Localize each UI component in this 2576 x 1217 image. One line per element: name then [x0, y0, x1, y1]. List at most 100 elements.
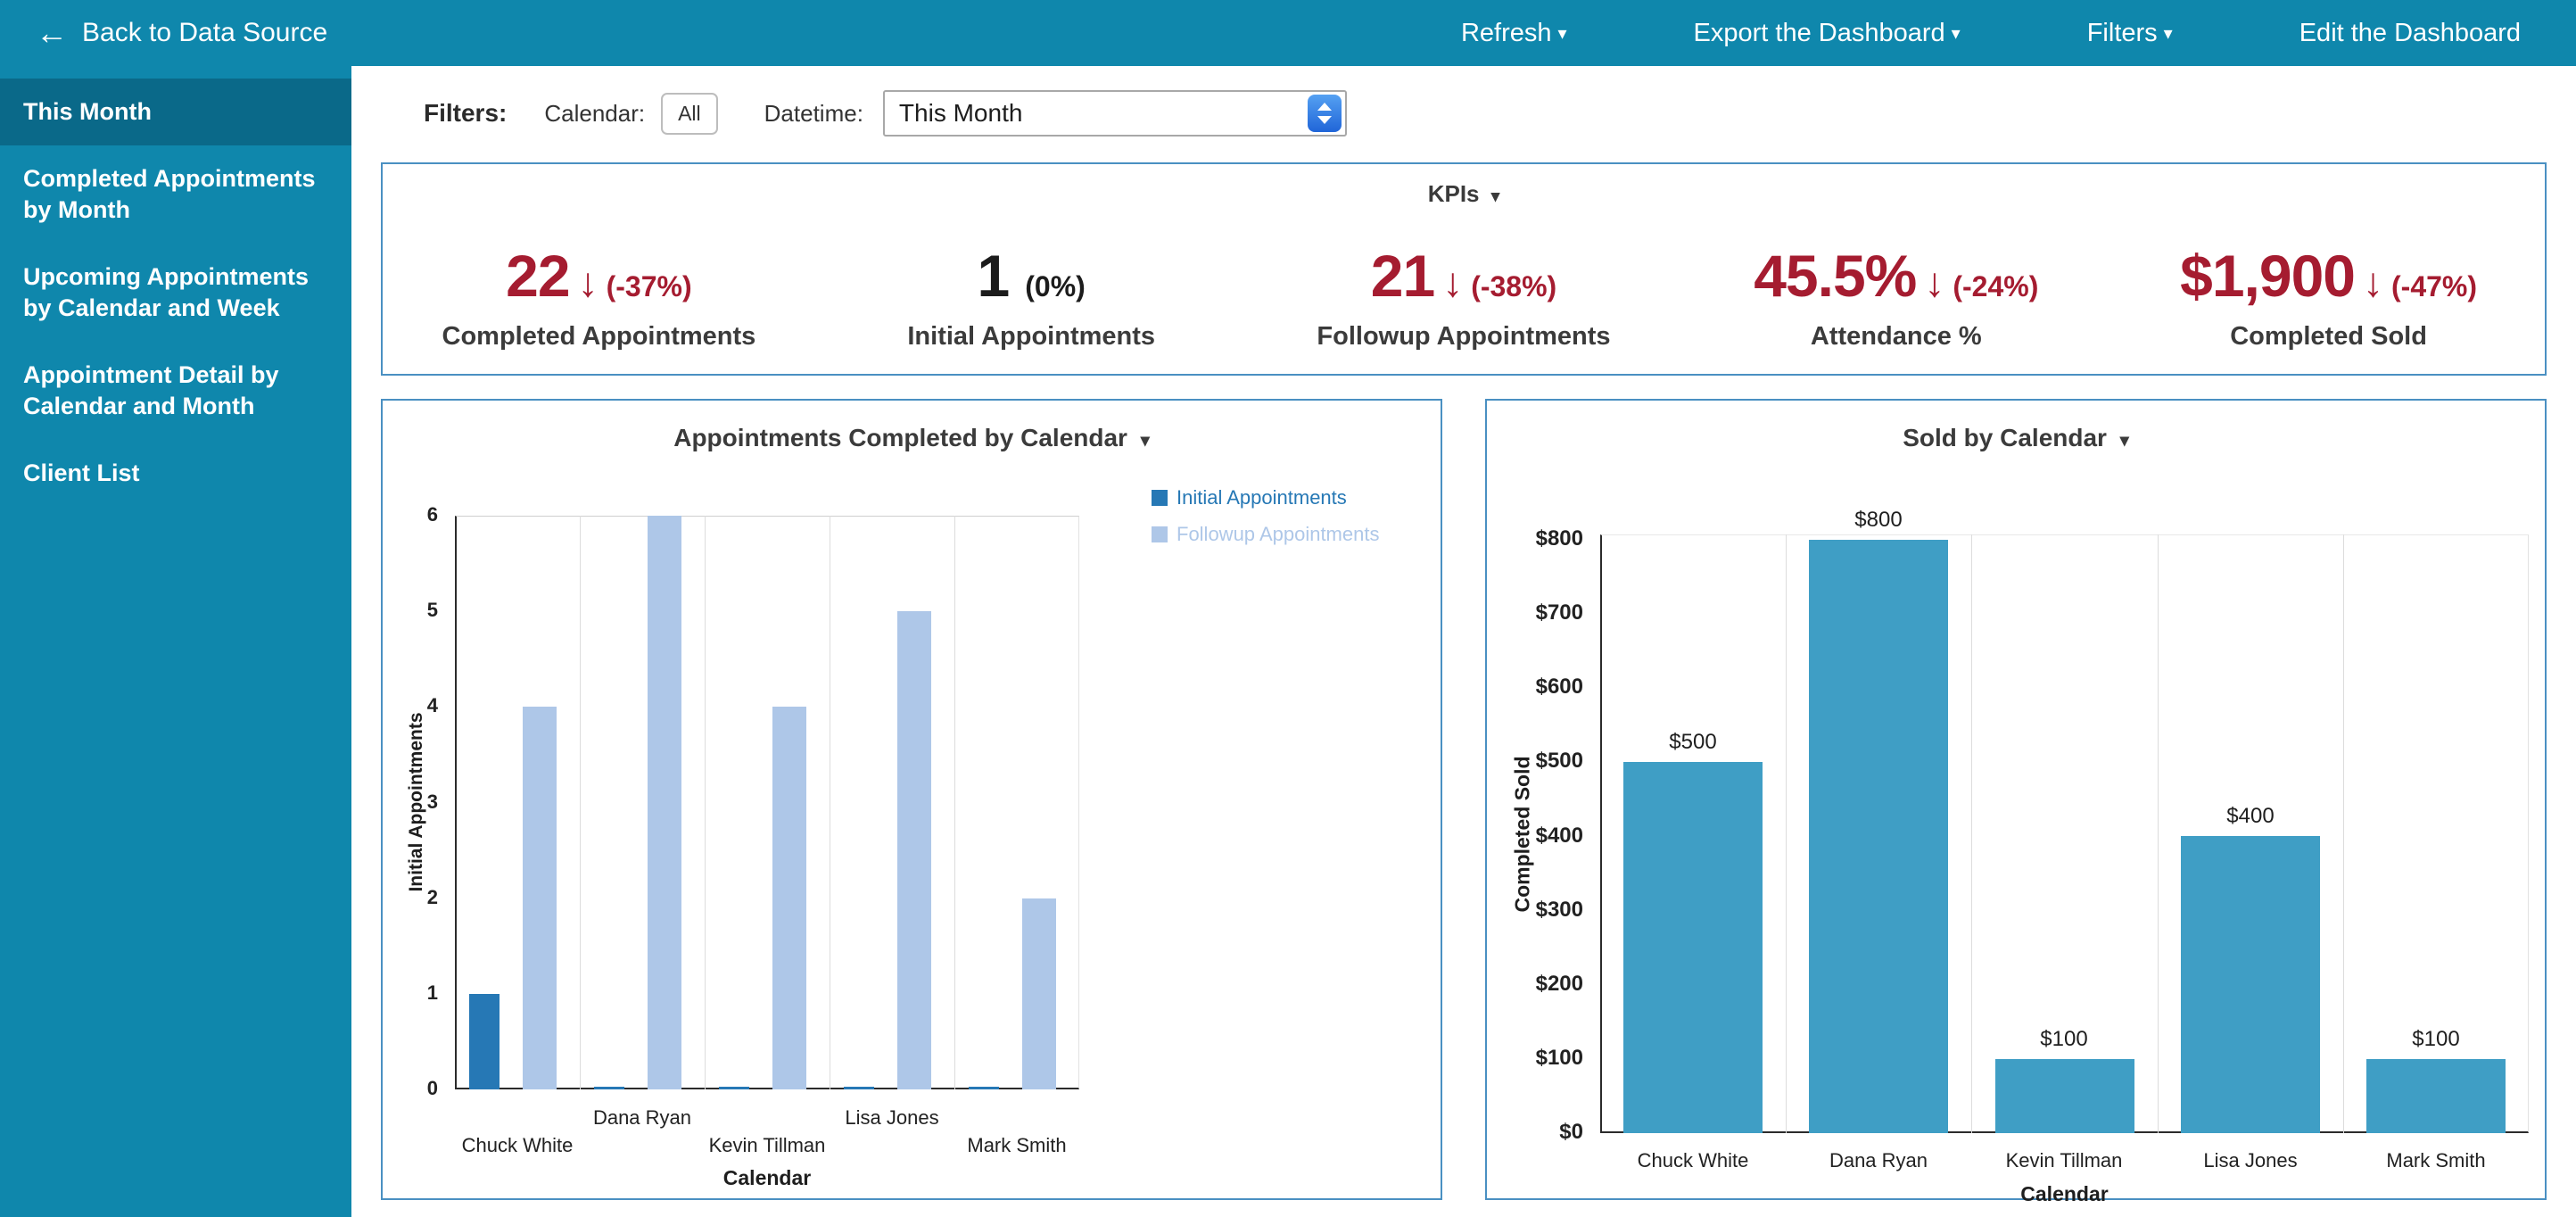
- kpi-down-arrow-icon: ↓: [1442, 258, 1463, 306]
- menu-edit-dashboard[interactable]: Edit the Dashboard: [2299, 19, 2521, 48]
- kpi-label: Initial Appointments: [815, 322, 1248, 352]
- sidebar-item-this-month[interactable]: This Month: [0, 79, 351, 145]
- bar-initial-appointments[interactable]: [969, 1087, 999, 1089]
- chevron-down-icon: ▾: [1141, 431, 1150, 451]
- y-tick-label: $200: [1494, 972, 1583, 997]
- kpi-title-label: KPIs: [1428, 180, 1480, 207]
- bar-followup-appointments[interactable]: [897, 611, 931, 1089]
- bar-initial-appointments[interactable]: [844, 1087, 874, 1089]
- y-tick-label: $700: [1494, 600, 1583, 625]
- sidebar-item-upcoming-appointments-by-calendar-and-week[interactable]: Upcoming Appointments by Calendar and We…: [0, 244, 351, 342]
- chart-title-label: Sold by Calendar: [1903, 424, 2107, 451]
- chart-sold-title[interactable]: Sold by Calendar ▾: [1487, 424, 2545, 452]
- y-tick-label: $500: [1494, 749, 1583, 774]
- chevron-down-icon: ▾: [1491, 187, 1500, 206]
- chevron-down-icon: ▾: [2164, 22, 2173, 45]
- sidebar-item-completed-appointments-by-month[interactable]: Completed Appointments by Month: [0, 145, 351, 244]
- bar-followup-appointments[interactable]: [772, 707, 806, 1089]
- arrow-left-icon: ←: [36, 17, 68, 49]
- kpi-panel-title[interactable]: KPIs ▾: [383, 180, 2545, 208]
- menu-refresh-label: Refresh: [1461, 19, 1552, 48]
- x-category-label: Kevin Tillman: [1971, 1149, 2157, 1172]
- bar-initial-appointments[interactable]: [594, 1087, 624, 1089]
- kpi-completed-appointments: 22 ↓ (-37%) Completed Appointments: [383, 242, 815, 352]
- menu-edit-label: Edit the Dashboard: [2299, 19, 2521, 48]
- legend-label: Initial Appointments: [1177, 486, 1347, 509]
- legend-swatch-icon: [1152, 490, 1168, 506]
- chart-appointments-title[interactable]: Appointments Completed by Calendar ▾: [383, 424, 1441, 452]
- calendar-filter-label: Calendar:: [544, 100, 645, 128]
- bar-followup-appointments[interactable]: [523, 707, 557, 1089]
- bar-value-label: $100: [2343, 1027, 2529, 1052]
- sidebar-item-client-list[interactable]: Client List: [0, 440, 351, 507]
- calendar-all-button[interactable]: All: [661, 93, 718, 135]
- kpi-followup-appointments: 21 ↓ (-38%) Followup Appointments: [1248, 242, 1680, 352]
- kpi-completed-sold: $1,900 ↓ (-47%) Completed Sold: [2112, 242, 2545, 352]
- bar-completed-sold[interactable]: [1809, 540, 1948, 1133]
- kpi-label: Attendance %: [1680, 322, 2112, 352]
- chart-panel-appointments-completed: Appointments Completed by Calendar ▾ 012…: [381, 399, 1442, 1200]
- main-content: Filters: Calendar: All Datetime: This Mo…: [351, 66, 2576, 1217]
- bar-completed-sold[interactable]: [2366, 1059, 2506, 1133]
- filters-row: Filters: Calendar: All Datetime: This Mo…: [424, 90, 2576, 137]
- bar-followup-appointments[interactable]: [1022, 898, 1056, 1089]
- kpi-value: 22: [506, 242, 569, 310]
- kpi-value: 1: [978, 242, 1010, 310]
- kpi-change: (-24%): [1953, 270, 2038, 303]
- menu-filters[interactable]: Filters ▾: [2087, 19, 2173, 48]
- bar-initial-appointments[interactable]: [469, 994, 500, 1089]
- topbar: ← Back to Data Source Refresh ▾ Export t…: [0, 0, 2576, 66]
- kpi-panel: KPIs ▾ 22 ↓ (-37%) Completed Appointment…: [381, 162, 2547, 376]
- kpi-initial-appointments: 1 (0%) Initial Appointments: [815, 242, 1248, 352]
- bar-value-label: $500: [1600, 730, 1786, 755]
- bar-value-label: $400: [2158, 804, 2343, 829]
- bar-completed-sold[interactable]: [2181, 836, 2320, 1133]
- menu-export-dashboard[interactable]: Export the Dashboard ▾: [1694, 19, 1961, 48]
- bar-initial-appointments[interactable]: [719, 1087, 749, 1089]
- legend-swatch-icon: [1152, 526, 1168, 542]
- y-tick-label: $600: [1494, 675, 1583, 700]
- x-category-label: Dana Ryan: [1786, 1149, 1971, 1172]
- datetime-select[interactable]: This Month: [883, 90, 1347, 137]
- bar-followup-appointments[interactable]: [648, 516, 681, 1089]
- filters-label: Filters:: [424, 99, 507, 128]
- sidebar-item-appointment-detail-by-calendar-and-month[interactable]: Appointment Detail by Calendar and Month: [0, 342, 351, 440]
- kpi-row: 22 ↓ (-37%) Completed Appointments 1 (0%…: [383, 242, 2545, 352]
- y-tick-label: 6: [383, 503, 438, 526]
- y-tick-label: 0: [383, 1077, 438, 1100]
- legend-label: Followup Appointments: [1177, 523, 1379, 546]
- chevron-down-icon: ▾: [1952, 22, 1961, 45]
- kpi-attendance: 45.5% ↓ (-24%) Attendance %: [1680, 242, 2112, 352]
- chart-panel-sold-by-calendar: Sold by Calendar ▾ $0$100$200$300$400$50…: [1485, 399, 2547, 1200]
- kpi-down-arrow-icon: ↓: [2363, 258, 2383, 306]
- bar-completed-sold[interactable]: [1623, 762, 1763, 1133]
- menu-refresh[interactable]: Refresh ▾: [1461, 19, 1567, 48]
- legend-entry[interactable]: Initial Appointments: [1152, 486, 1379, 509]
- y-tick-label: 5: [383, 599, 438, 622]
- legend-entry[interactable]: Followup Appointments: [1152, 523, 1379, 546]
- kpi-value: $1,900: [2180, 242, 2355, 310]
- chart-title-label: Appointments Completed by Calendar: [673, 424, 1127, 451]
- bar-value-label: $800: [1786, 508, 1971, 533]
- kpi-value: 21: [1371, 242, 1434, 310]
- x-category-label: Mark Smith: [2343, 1149, 2529, 1172]
- y-tick-label: $800: [1494, 526, 1583, 551]
- chevron-down-icon: ▾: [1558, 22, 1567, 45]
- menu-export-label: Export the Dashboard: [1694, 19, 1945, 48]
- x-category-label: Dana Ryan: [553, 1106, 731, 1130]
- kpi-label: Completed Sold: [2112, 322, 2545, 352]
- x-category-label: Chuck White: [1600, 1149, 1786, 1172]
- kpi-value: 45.5%: [1754, 242, 1916, 310]
- bar-value-label: $100: [1971, 1027, 2157, 1052]
- back-to-data-source-button[interactable]: ← Back to Data Source: [36, 17, 327, 49]
- x-category-label: Chuck White: [428, 1134, 607, 1157]
- select-spinner-icon[interactable]: [1308, 95, 1342, 132]
- bar-completed-sold[interactable]: [1995, 1059, 2134, 1133]
- kpi-down-arrow-icon: ↓: [1924, 258, 1944, 306]
- x-axis-title: Calendar: [455, 1166, 1079, 1190]
- chart-sold-canvas: $0$100$200$300$400$500$600$700$800$500Ch…: [1487, 401, 2545, 1198]
- chevron-down-icon: ▾: [2120, 431, 2129, 451]
- y-axis-title: Initial Appointments: [406, 712, 427, 891]
- back-button-label: Back to Data Source: [82, 18, 327, 48]
- kpi-change: (0%): [1025, 270, 1086, 303]
